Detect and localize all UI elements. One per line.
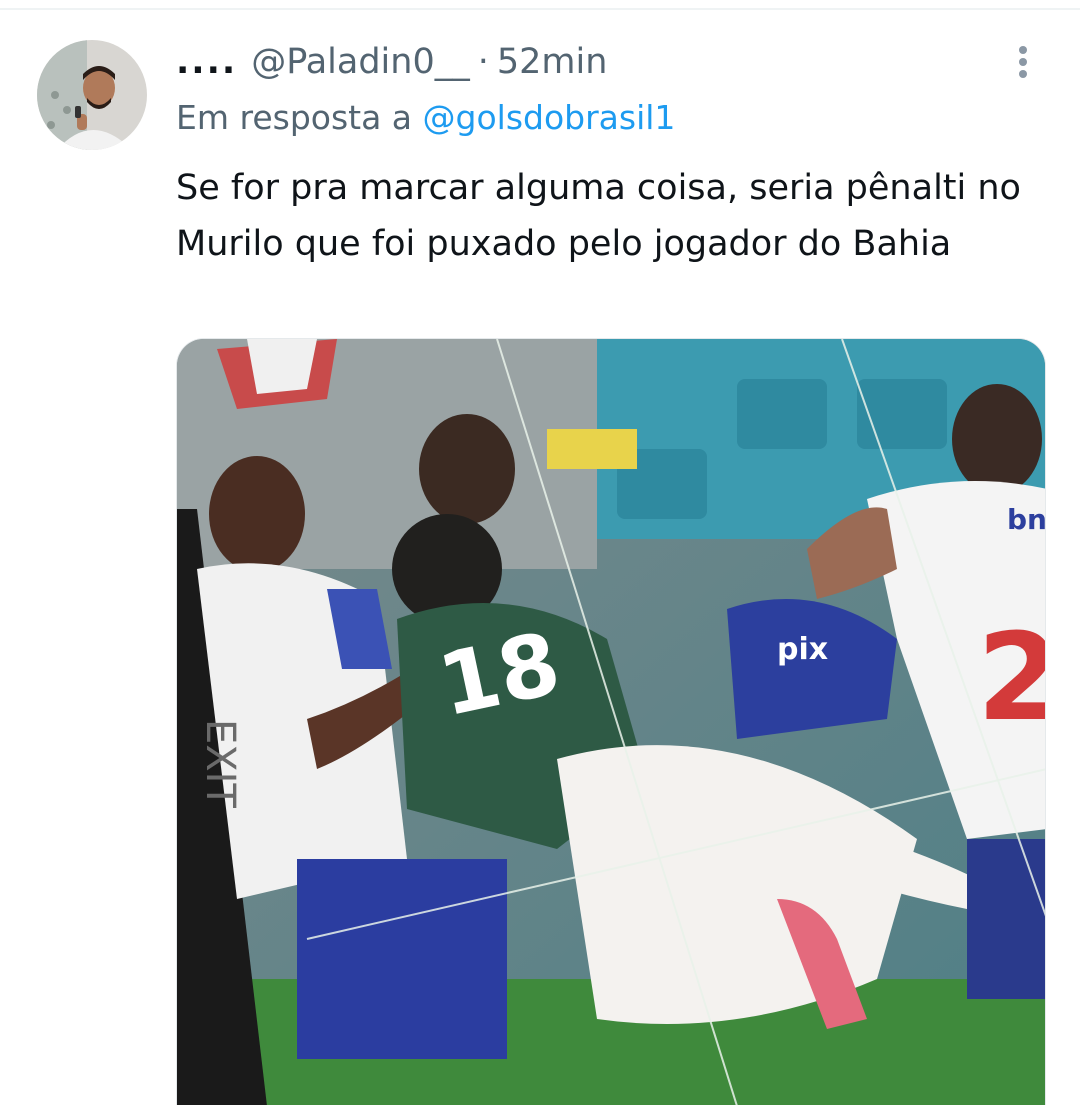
reply-prefix: Em resposta a: [176, 98, 413, 137]
reply-context: Em resposta a @golsdobrasil1: [176, 98, 675, 137]
tweet-photo[interactable]: 18 pix bn 2 EXIT: [176, 338, 1046, 1105]
top-divider: [0, 8, 1080, 10]
tweet-header: .... @Paladin0__ · 52min: [176, 40, 607, 84]
tweet-text: Se for pra marcar alguma coisa, seria pê…: [176, 168, 1021, 264]
more-options-icon[interactable]: [1008, 42, 1038, 82]
separator-dot: ·: [477, 42, 489, 82]
timestamp[interactable]: 52min: [497, 42, 608, 82]
display-name[interactable]: ....: [176, 42, 237, 82]
user-handle[interactable]: @Paladin0__: [251, 42, 470, 82]
photo-illustration: 18 pix bn 2 EXIT: [177, 339, 1046, 1105]
reply-to-handle[interactable]: @golsdobrasil1: [423, 98, 676, 137]
shorts-sponsor: pix: [777, 632, 828, 667]
avatar[interactable]: [37, 40, 147, 150]
jersey-sponsor: bn: [1007, 503, 1046, 536]
avatar-image: [37, 40, 147, 150]
jersey-number-white: 2: [977, 609, 1046, 748]
sign-text: EXIT: [197, 719, 243, 808]
